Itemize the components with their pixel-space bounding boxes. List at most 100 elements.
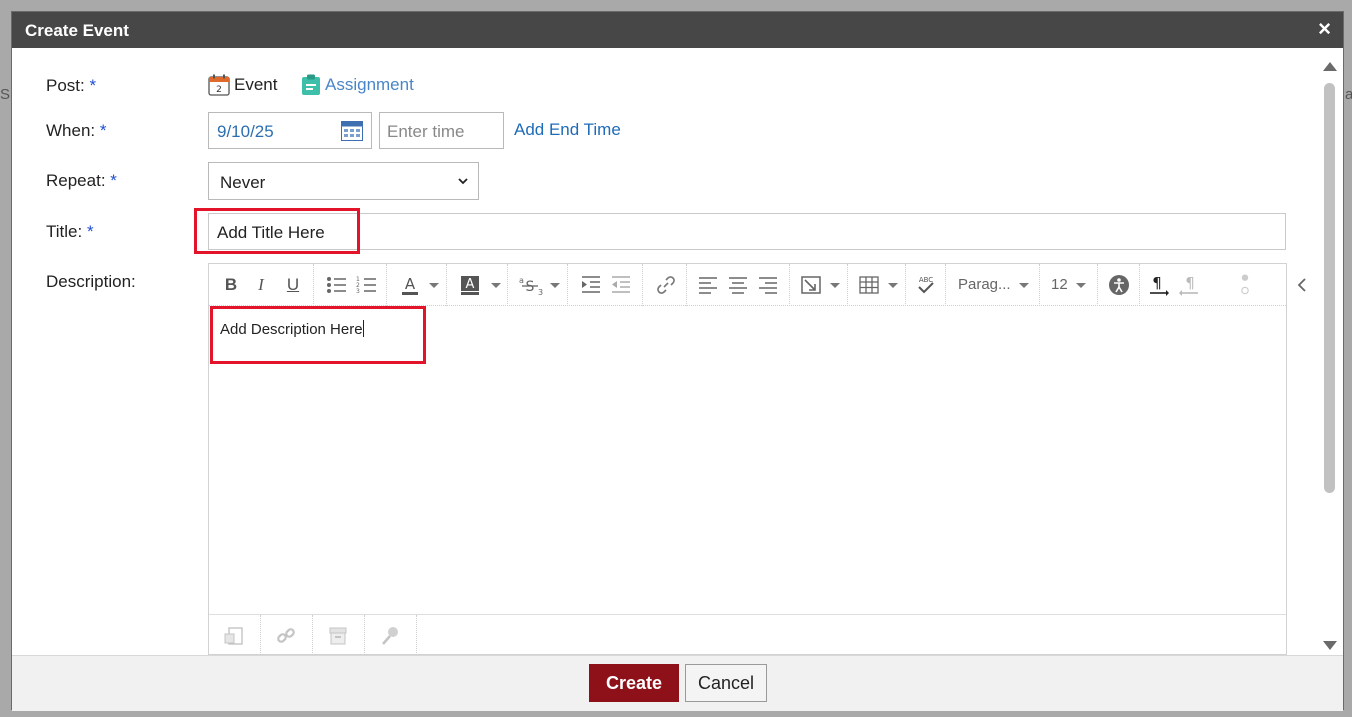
insert-link-button[interactable] (261, 615, 313, 657)
font-color-dropdown[interactable] (425, 274, 439, 296)
insert-stuff-button[interactable] (313, 615, 365, 657)
spellcheck-icon[interactable]: ABC (914, 274, 938, 296)
insert-media-dropdown[interactable] (826, 274, 840, 296)
title-input[interactable]: Add Title Here (208, 213, 1286, 250)
toolbar-group-text-style: B I U (209, 264, 314, 306)
required-marker: * (86, 222, 94, 241)
more-options-icon[interactable] (1240, 274, 1250, 296)
required-marker: * (110, 171, 117, 190)
create-event-dialog: Create Event × Post: * 2 Event Assignmen… (11, 11, 1344, 711)
indent-icon[interactable] (580, 274, 602, 296)
repeat-label: Repeat: * (46, 171, 117, 190)
scrollbar-thumb[interactable] (1324, 83, 1335, 493)
bullet-list-icon[interactable] (326, 274, 348, 296)
clipboard-icon (302, 74, 320, 95)
svg-text:a: a (519, 276, 524, 285)
italic-button[interactable]: I (251, 274, 271, 296)
toolbar-group-insert-image (790, 264, 848, 306)
align-left-icon[interactable] (697, 274, 719, 296)
table-dropdown[interactable] (884, 274, 898, 296)
strikethrough-script-icon[interactable]: a S 3 (518, 274, 546, 296)
repeat-selected-value: Never (220, 173, 266, 192)
svg-text:ABC: ABC (919, 276, 933, 284)
align-right-icon[interactable] (757, 274, 779, 296)
svg-text:A: A (466, 277, 475, 292)
svg-text:2: 2 (216, 85, 222, 95)
toolbar-group-font-color: A (387, 264, 447, 306)
insert-media-icon[interactable] (800, 274, 822, 296)
required-marker: * (99, 121, 107, 140)
archive-icon (329, 627, 347, 645)
font-size-dropdown[interactable]: 12 (1051, 274, 1091, 296)
ltr-paragraph-icon[interactable]: ¶ (1148, 274, 1170, 296)
post-option-assignment[interactable]: Assignment (301, 74, 414, 96)
svg-text:¶: ¶ (1185, 274, 1195, 292)
svg-text:3: 3 (356, 288, 360, 295)
dialog-footer: Create Cancel (12, 655, 1343, 711)
post-option-event[interactable]: 2 Event (208, 74, 277, 96)
toolbar-group-link (643, 264, 687, 306)
rtl-paragraph-icon[interactable]: ¶ (1178, 274, 1200, 296)
svg-text:S: S (526, 279, 535, 295)
toolbar-group-lists: 123 (314, 264, 387, 306)
description-editor: B I U 123 A A a S 3 ABC Parag... 12 ¶ ¶ … (208, 263, 1287, 657)
calendar-icon: 2 (208, 74, 230, 96)
description-label: Description: (46, 272, 136, 291)
close-icon[interactable]: × (1318, 18, 1331, 40)
chevron-left-icon[interactable] (1296, 277, 1308, 293)
toolbar-group-direction: ¶ ¶ (1140, 264, 1260, 306)
dialog-titlebar: Create Event × (12, 12, 1343, 48)
scroll-up-arrow-icon[interactable] (1323, 62, 1337, 71)
accessibility-icon[interactable] (1108, 274, 1130, 296)
font-color-icon[interactable]: A (399, 274, 421, 296)
bold-button[interactable]: B (221, 274, 241, 296)
required-marker: * (89, 76, 97, 95)
editor-bottom-toolbar (209, 614, 1286, 657)
microphone-icon (382, 627, 398, 645)
align-center-icon[interactable] (727, 274, 749, 296)
toolbar-group-spellcheck: ABC (906, 264, 946, 306)
add-end-time-link[interactable]: Add End Time (514, 120, 621, 140)
toolbar-group-highlight: A (447, 264, 508, 306)
chevron-down-icon (458, 178, 468, 185)
record-audio-button[interactable] (365, 615, 417, 657)
when-label: When: * (46, 121, 107, 140)
toolbar-group-table (848, 264, 906, 306)
description-textarea[interactable]: Add Description Here (209, 307, 1286, 613)
toolbar-group-script: a S 3 (508, 264, 568, 306)
create-button[interactable]: Create (589, 664, 679, 702)
svg-text:3: 3 (538, 288, 543, 296)
date-value: 9/10/25 (217, 122, 274, 141)
numbered-list-icon[interactable]: 123 (356, 274, 378, 296)
toolbar-group-indent (568, 264, 643, 306)
toolbar-group-paragraph: Parag... (946, 264, 1040, 306)
time-input[interactable]: Enter time (379, 112, 504, 149)
paragraph-format-dropdown[interactable]: Parag... (958, 274, 1030, 296)
outdent-icon[interactable] (610, 274, 632, 296)
toolbar-group-accessibility (1098, 264, 1140, 306)
date-input[interactable]: 9/10/25 (208, 112, 372, 149)
svg-text:¶: ¶ (1152, 274, 1162, 292)
underline-button[interactable]: U (283, 274, 303, 296)
highlight-color-icon[interactable]: A (459, 274, 481, 296)
title-label: Title: * (46, 222, 94, 241)
editor-toolbar: B I U 123 A A a S 3 ABC Parag... 12 ¶ ¶ (209, 264, 1286, 306)
scroll-down-arrow-icon[interactable] (1323, 641, 1337, 650)
dialog-title: Create Event (25, 21, 129, 40)
text-cursor (362, 320, 364, 337)
description-text: Add Description Here (220, 320, 364, 338)
repeat-select[interactable]: Never (208, 162, 479, 200)
toolbar-group-align (687, 264, 790, 306)
highlight-color-dropdown[interactable] (487, 274, 501, 296)
toolbar-group-font-size: 12 (1040, 264, 1098, 306)
vertical-scrollbar[interactable] (1321, 58, 1337, 654)
background-text-fragment: a (1345, 86, 1352, 103)
table-icon[interactable] (858, 274, 880, 296)
link-icon[interactable] (655, 274, 677, 296)
date-picker-icon[interactable] (341, 121, 363, 141)
document-link-icon (224, 627, 243, 645)
script-dropdown[interactable] (546, 274, 560, 296)
insert-quicklink-button[interactable] (209, 615, 261, 657)
post-label: Post: * (46, 76, 97, 95)
cancel-button[interactable]: Cancel (685, 664, 767, 702)
